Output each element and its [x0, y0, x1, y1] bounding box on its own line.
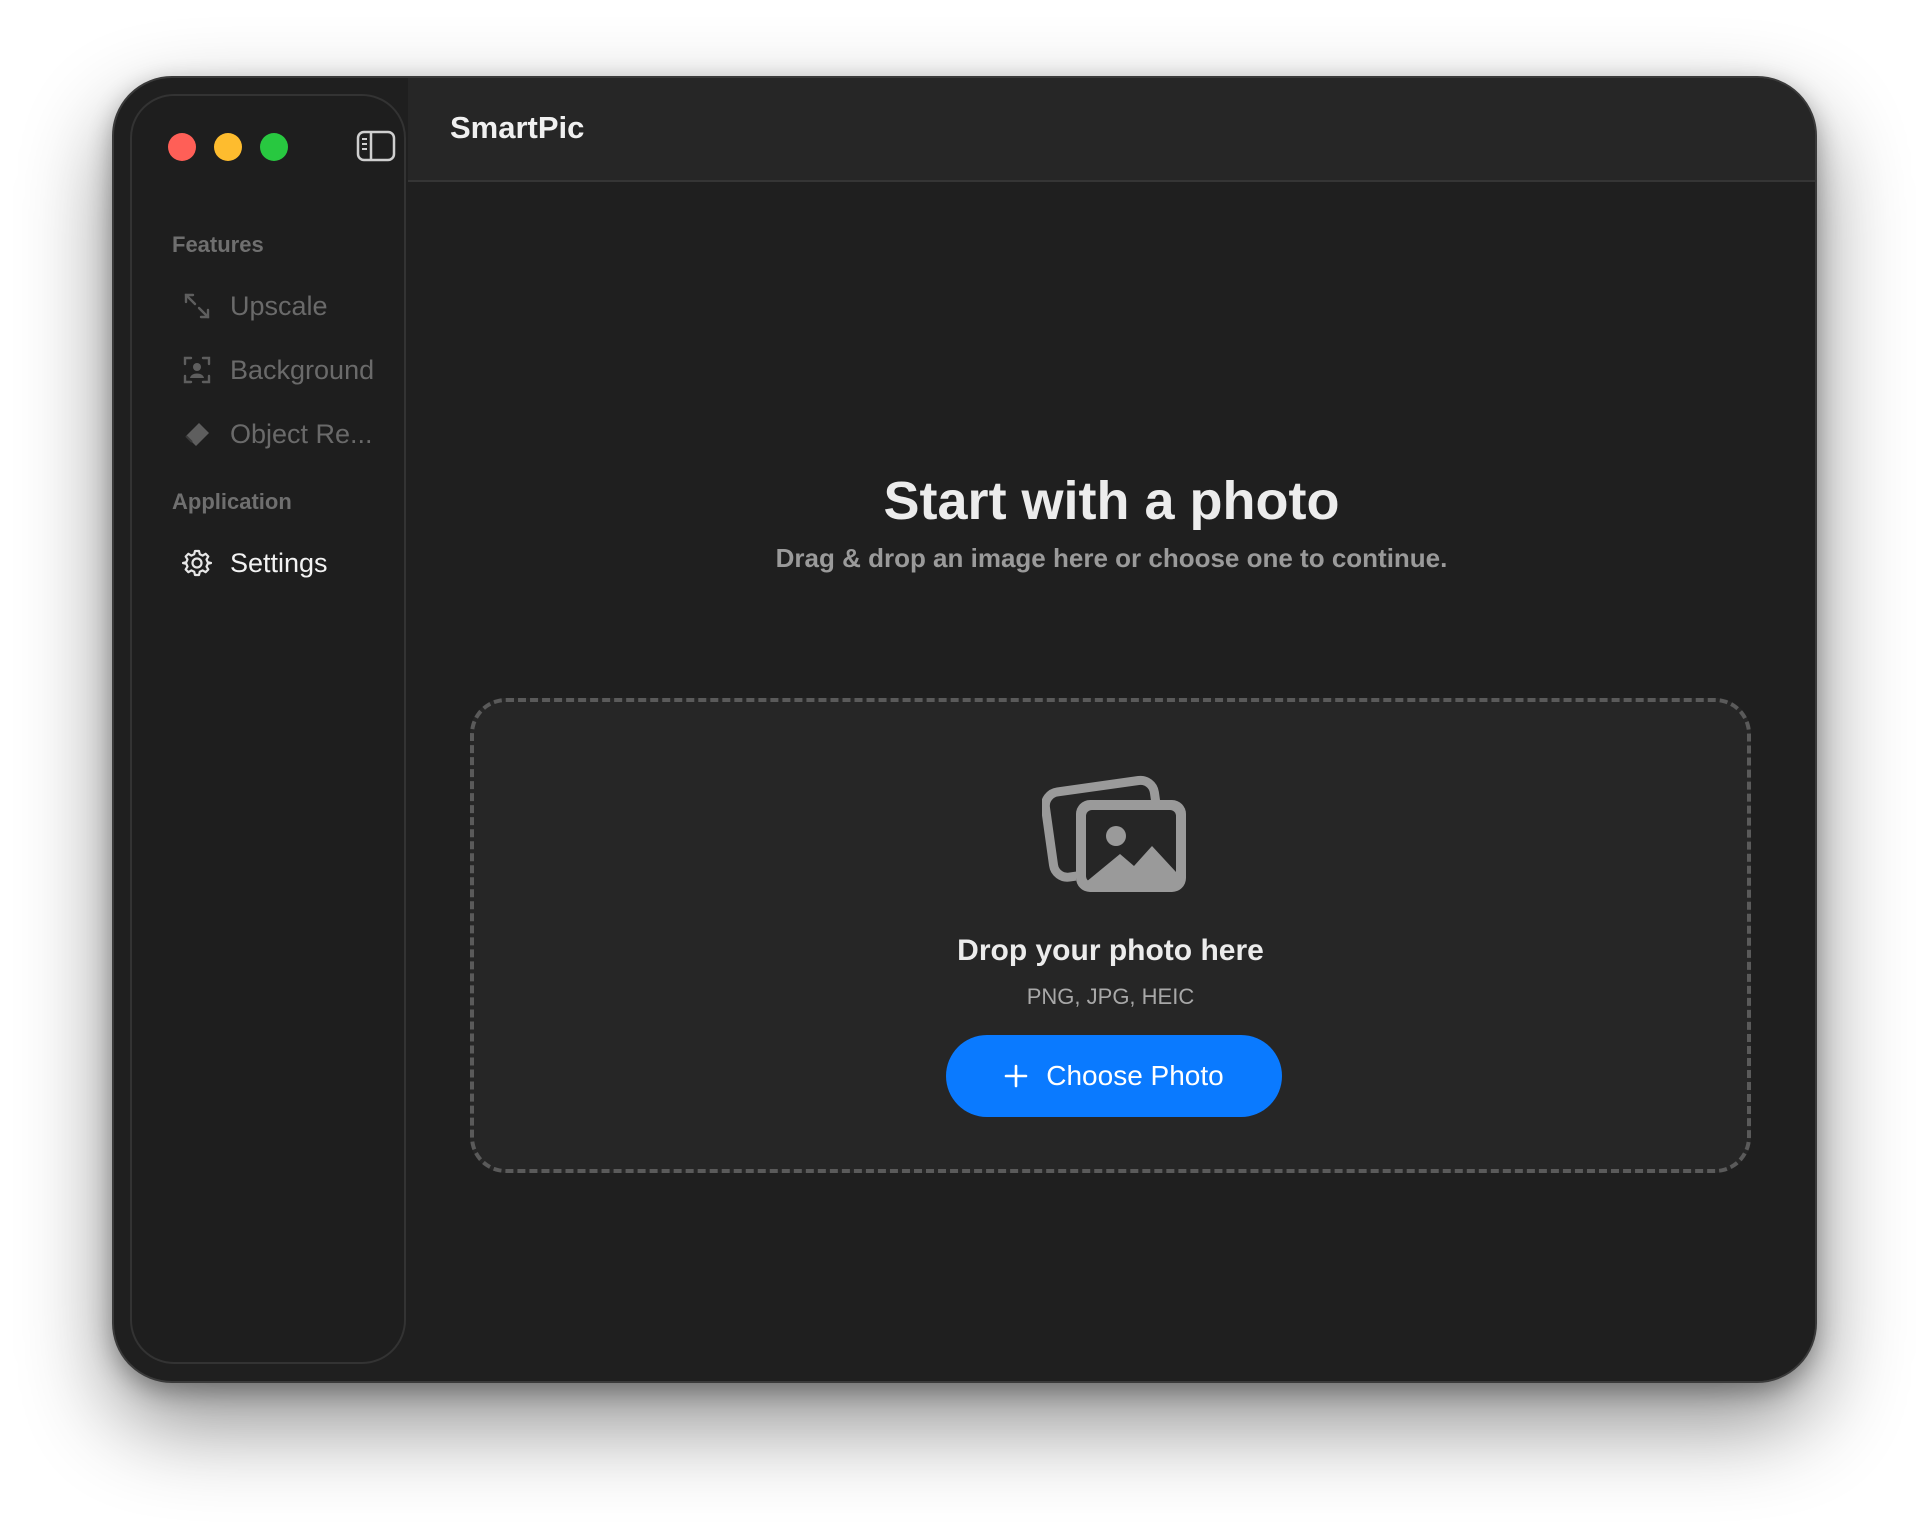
person-viewfinder-icon — [182, 355, 212, 385]
sidebar-item-object-removal[interactable]: Object Re... — [164, 410, 394, 458]
gear-icon — [182, 548, 212, 578]
supported-formats: PNG, JPG, HEIC — [1026, 984, 1195, 1009]
close-window-button[interactable] — [168, 133, 196, 161]
sidebar-item-label: Background — [230, 354, 375, 385]
page-title: Start with a photo — [883, 471, 1340, 531]
sidebar-item-label: Settings — [230, 547, 328, 578]
drop-title: Drop your photo here — [957, 934, 1264, 967]
eraser-icon — [182, 419, 212, 449]
sidebar-item-settings[interactable]: Settings — [164, 539, 394, 587]
app-title: SmartPic — [450, 110, 585, 145]
choose-photo-label: Choose Photo — [1046, 1060, 1224, 1091]
zoom-window-button[interactable] — [260, 133, 288, 161]
section-header-features: Features — [172, 232, 264, 257]
sidebar-item-upscale[interactable]: Upscale — [164, 282, 394, 330]
photo-stack-icon — [1040, 772, 1190, 896]
section-header-application: Application — [172, 489, 292, 514]
arrows-expand-icon — [182, 291, 212, 321]
sidebar: Features Upscale Background Object Re...… — [130, 94, 406, 1364]
plus-icon — [1004, 1064, 1028, 1088]
title-bar: SmartPic — [408, 78, 1815, 182]
sidebar-item-label: Object Re... — [230, 418, 373, 449]
page-subtitle: Drag & drop an image here or choose one … — [775, 543, 1448, 573]
main-content: Start with a photo Drag & drop an image … — [408, 182, 1815, 1381]
choose-photo-button[interactable]: Choose Photo — [946, 1035, 1282, 1117]
photo-drop-zone[interactable]: Drop your photo here PNG, JPG, HEIC Choo… — [470, 698, 1751, 1173]
app-window: Features Upscale Background Object Re...… — [112, 76, 1817, 1383]
sidebar-toggle-icon[interactable] — [356, 130, 396, 162]
sidebar-item-background[interactable]: Background — [164, 346, 394, 394]
sidebar-item-label: Upscale — [230, 290, 328, 321]
minimize-window-button[interactable] — [214, 133, 242, 161]
